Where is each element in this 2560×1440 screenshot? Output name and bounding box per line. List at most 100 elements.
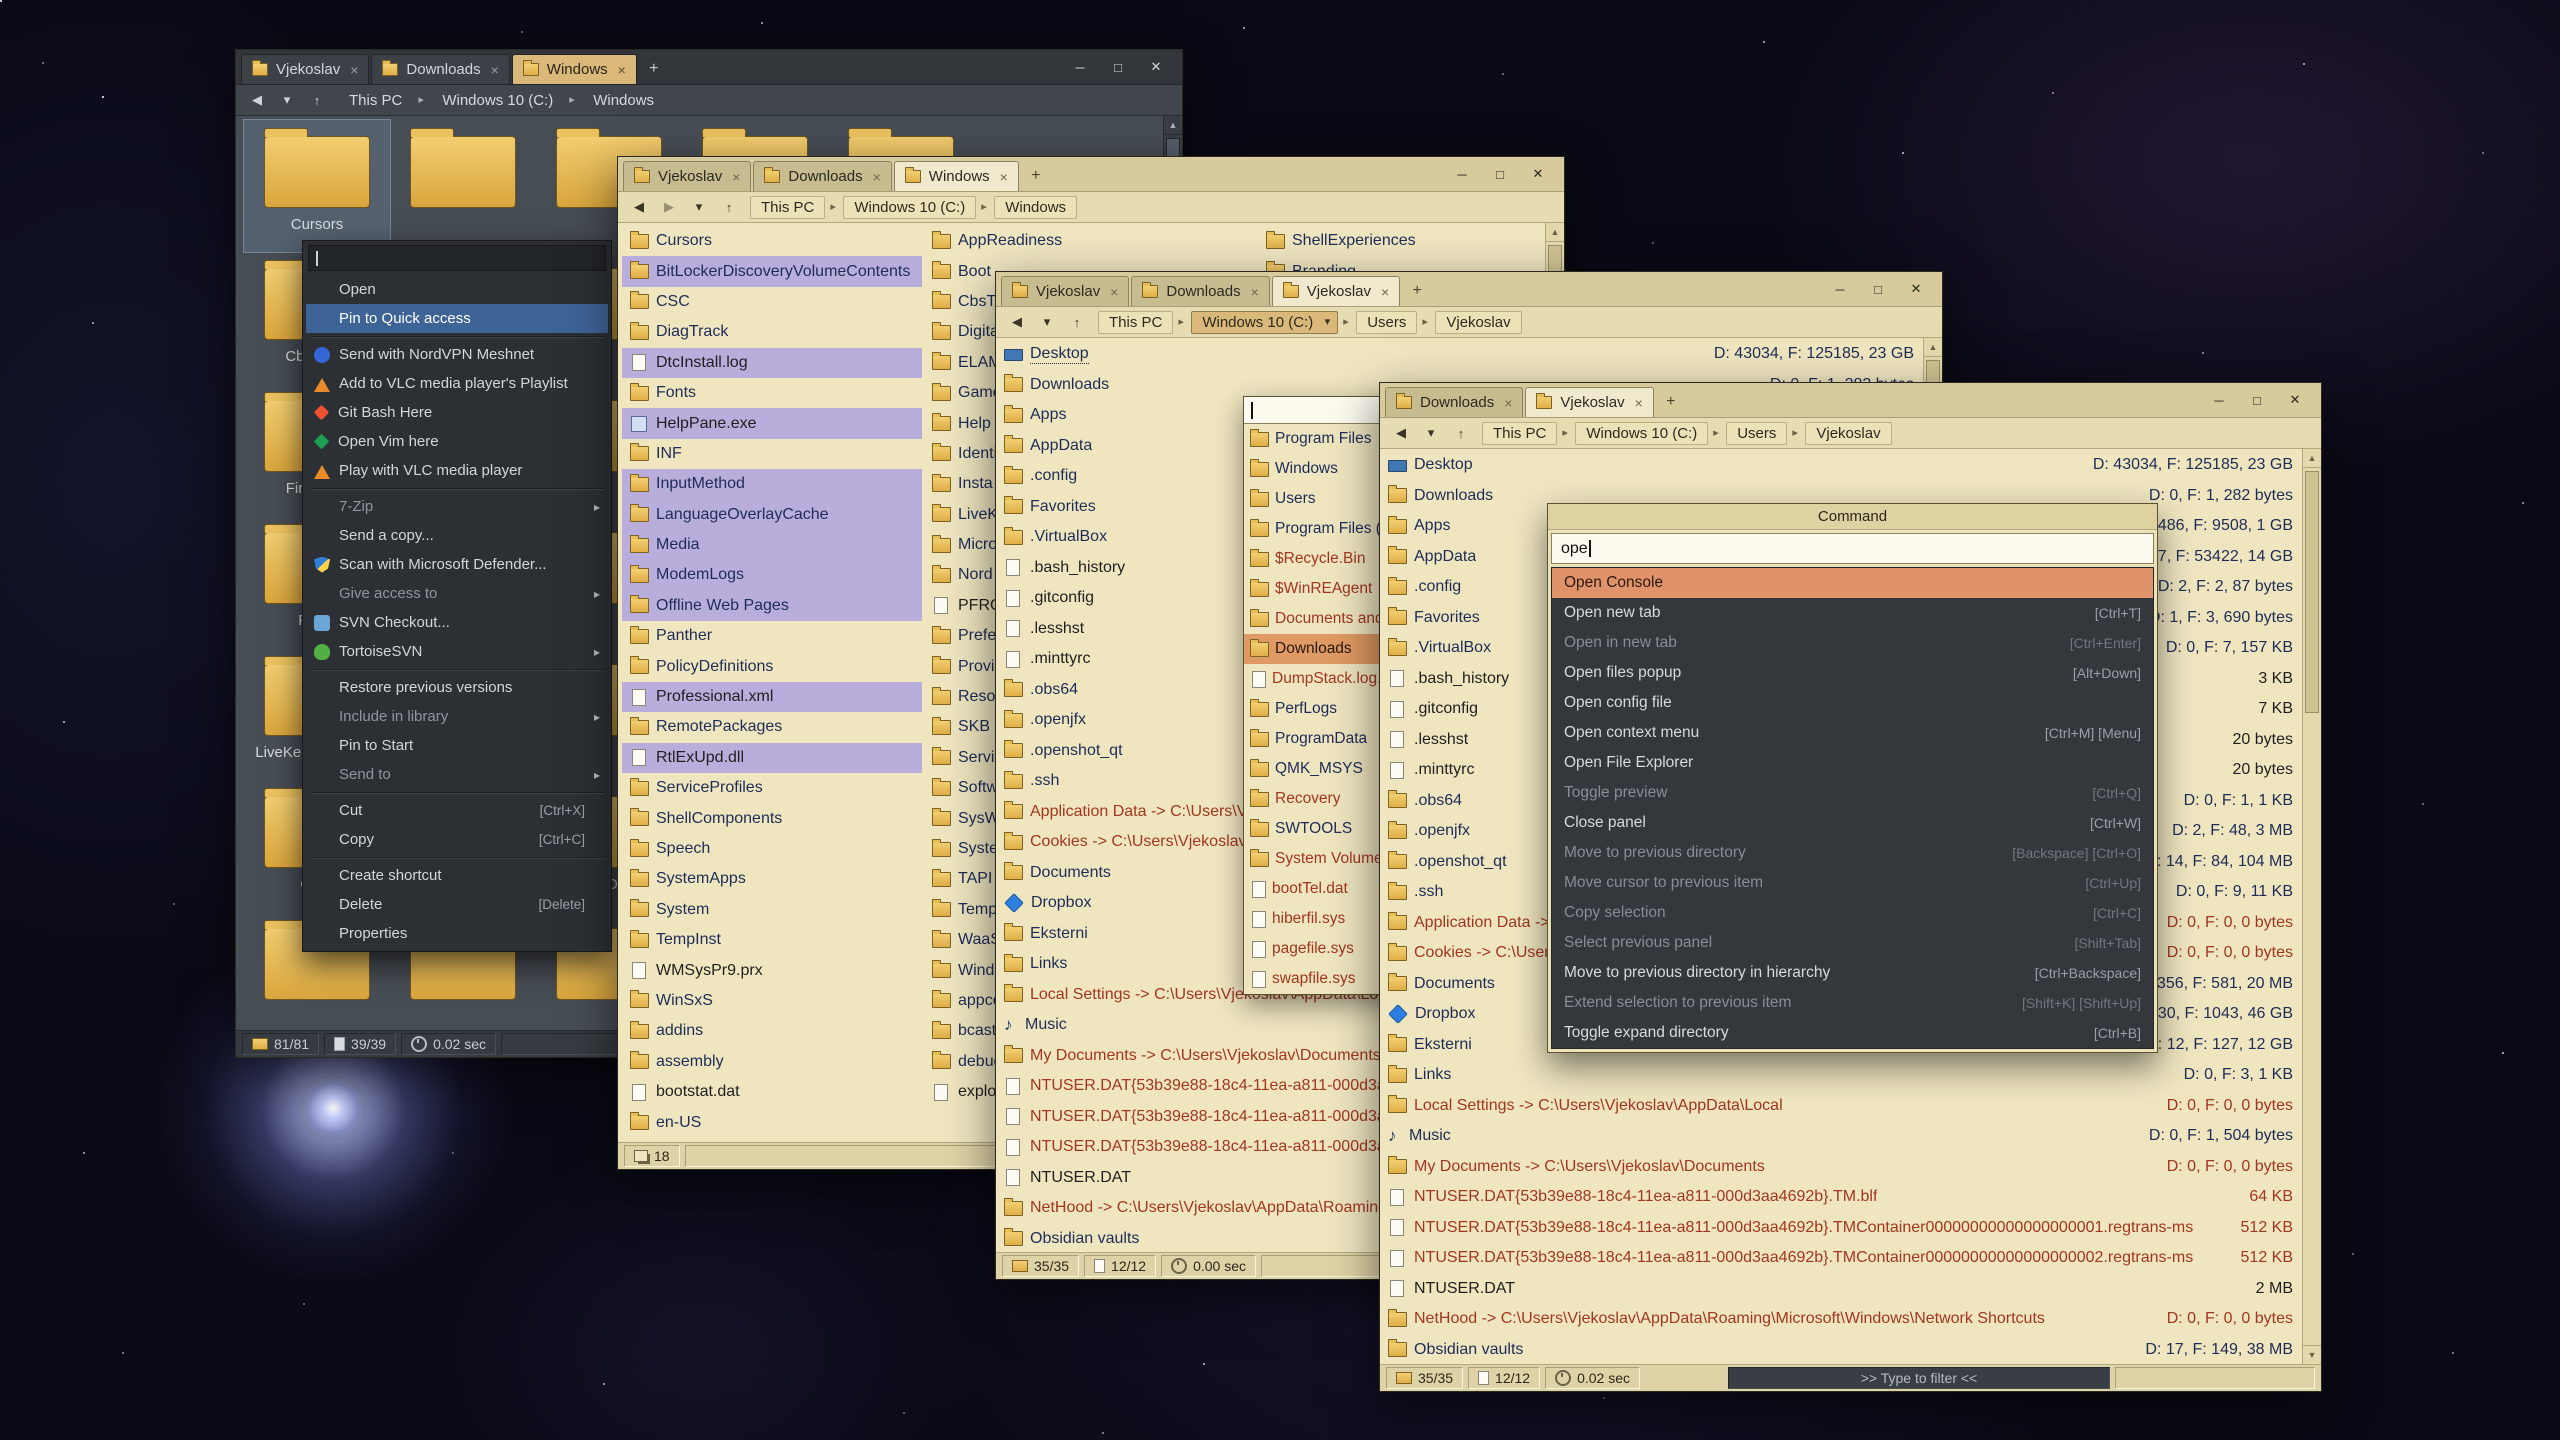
history-dropdown-button[interactable]: ▾ (274, 89, 300, 112)
file-row[interactable]: CSC (622, 287, 922, 317)
history-dropdown-button[interactable]: ▾ (686, 196, 712, 219)
scroll-down-icon[interactable]: ▼ (2303, 1345, 2321, 1364)
context-menu-item[interactable]: Create shortcut ▸ (306, 861, 608, 890)
folder-grid-item[interactable] (390, 120, 536, 252)
context-menu-item[interactable]: ▸ (306, 485, 608, 492)
command-item[interactable]: Move cursor to previous item [Ctrl+Up] (1552, 868, 2153, 898)
minimize-button[interactable]: ─ (1064, 56, 1096, 78)
context-menu-item[interactable]: Add to VLC media player's Playlist ▸ (306, 369, 608, 398)
tab[interactable]: Downloads × (1131, 276, 1269, 306)
new-tab-button[interactable]: + (641, 54, 667, 84)
file-row[interactable]: RtlExUpd.dll (622, 743, 922, 773)
command-item[interactable]: Extend selection to previous item [Shift… (1552, 988, 2153, 1018)
file-row[interactable]: Obsidian vaults D: 17, F: 149, 38 MB (1380, 1335, 2303, 1365)
new-tab-button[interactable]: + (1404, 276, 1430, 306)
context-menu-item[interactable]: ▸ (306, 789, 608, 796)
file-row[interactable]: DiagTrack (622, 317, 922, 347)
type-to-filter-box[interactable]: >> Type to filter << (1728, 1367, 2110, 1389)
context-menu-item[interactable]: Scan with Microsoft Defender... ▸ (306, 550, 608, 579)
minimize-button[interactable]: ─ (1824, 278, 1856, 300)
file-row[interactable]: ServiceProfiles (622, 773, 922, 803)
scroll-up-icon[interactable]: ▲ (2303, 449, 2321, 468)
file-row[interactable]: HelpPane.exe (622, 408, 922, 438)
tab[interactable]: Vjekoslav × (1272, 276, 1400, 306)
command-item[interactable]: Open in new tab [Ctrl+Enter] (1552, 628, 2153, 658)
context-menu-item[interactable]: Copy [Ctrl+C] ▸ (306, 825, 608, 854)
title-bar[interactable]: Vjekoslav × Downloads × Windows × + ─ □ (618, 157, 1564, 192)
tab-close-icon[interactable]: × (1635, 395, 1643, 411)
file-row[interactable]: Cursors (622, 226, 922, 256)
file-row[interactable]: WinSxS (622, 986, 922, 1016)
forward-button[interactable]: ▶ (656, 196, 682, 219)
breadcrumb-item[interactable]: Vjekoslav (1805, 422, 1891, 445)
file-row[interactable]: NTUSER.DAT{53b39e88-18c4-11ea-a811-000d3… (1380, 1213, 2303, 1244)
command-item[interactable]: Open new tab [Ctrl+T] (1552, 598, 2153, 628)
tab-close-icon[interactable]: × (732, 169, 740, 185)
tab[interactable]: Vjekoslav × (1525, 387, 1653, 417)
file-row[interactable]: Links D: 0, F: 3, 1 KB (1380, 1060, 2303, 1091)
file-row[interactable]: assembly (622, 1047, 922, 1077)
context-menu-item[interactable]: Send with NordVPN Meshnet ▸ (306, 340, 608, 369)
file-row[interactable]: addins (622, 1016, 922, 1046)
minimize-button[interactable]: ─ (1446, 163, 1478, 185)
tab-close-icon[interactable]: × (1110, 284, 1118, 300)
context-menu-item[interactable]: Git Bash Here ▸ (306, 398, 608, 427)
command-item[interactable]: Close panel [Ctrl+W] (1552, 808, 2153, 838)
file-row[interactable]: NTUSER.DAT{53b39e88-18c4-11ea-a811-000d3… (1380, 1243, 2303, 1274)
breadcrumb-item[interactable]: Vjekoslav (1435, 311, 1521, 334)
context-menu-item[interactable]: ▸ (306, 666, 608, 673)
context-menu-item[interactable]: SVN Checkout... ▸ (306, 608, 608, 637)
scroll-up-icon[interactable]: ▲ (1164, 116, 1182, 135)
file-row[interactable]: ShellComponents (622, 803, 922, 833)
breadcrumb-item[interactable]: Windows (994, 196, 1077, 219)
file-row[interactable]: NTUSER.DAT 2 MB (1380, 1274, 2303, 1305)
context-menu-filter-input[interactable] (308, 245, 606, 271)
context-menu-item[interactable]: Play with VLC media player ▸ (306, 456, 608, 485)
new-tab-button[interactable]: + (1023, 161, 1049, 191)
context-menu-item[interactable]: ▸ (306, 333, 608, 340)
up-button[interactable]: ↑ (1448, 422, 1474, 445)
command-item[interactable]: Open Console (1552, 568, 2153, 598)
context-menu-item[interactable]: 7-Zip ▸ (306, 492, 608, 521)
back-button[interactable]: ◀ (1388, 422, 1414, 445)
file-row[interactable]: My Documents -> C:\Users\Vjekoslav\Docum… (1380, 1152, 2303, 1183)
file-row[interactable]: NTUSER.DAT{53b39e88-18c4-11ea-a811-000d3… (1380, 1182, 2303, 1213)
maximize-button[interactable]: □ (1484, 163, 1516, 185)
maximize-button[interactable]: □ (2241, 389, 2273, 411)
file-row[interactable]: WMSysPr9.prx (622, 955, 922, 985)
context-menu-item[interactable]: Delete [Delete] ▸ (306, 890, 608, 919)
context-menu-item[interactable]: Send a copy... ▸ (306, 521, 608, 550)
up-button[interactable]: ↑ (716, 196, 742, 219)
breadcrumb-item[interactable]: Windows (582, 89, 665, 112)
context-menu-item[interactable]: Cut [Ctrl+X] ▸ (306, 796, 608, 825)
file-row[interactable]: Media (622, 530, 922, 560)
scroll-thumb[interactable] (2305, 471, 2319, 713)
file-row[interactable]: Desktop D: 43034, F: 125185, 23 GB (1380, 450, 2303, 481)
tab[interactable]: Downloads × (753, 161, 891, 191)
context-menu-item[interactable]: TortoiseSVN ▸ (306, 637, 608, 666)
tab-close-icon[interactable]: × (491, 62, 499, 78)
tab[interactable]: Vjekoslav × (623, 161, 751, 191)
tab-close-icon[interactable]: × (1504, 395, 1512, 411)
file-row[interactable]: AppReadiness (924, 226, 1224, 256)
new-tab-button[interactable]: + (1658, 387, 1684, 417)
back-button[interactable]: ◀ (626, 196, 652, 219)
context-menu-item[interactable]: Pin to Quick access ▸ (306, 304, 608, 333)
breadcrumb-item[interactable]: Users (1726, 422, 1787, 445)
command-item[interactable]: Open files popup [Alt+Down] (1552, 658, 2153, 688)
file-row[interactable]: RemotePackages (622, 712, 922, 742)
context-menu-item[interactable]: ▸ (306, 854, 608, 861)
context-menu-item[interactable]: Open ▸ (306, 275, 608, 304)
command-item[interactable]: Select previous panel [Shift+Tab] (1552, 928, 2153, 958)
tab[interactable]: Windows × (894, 161, 1019, 191)
file-row[interactable]: Fonts (622, 378, 922, 408)
command-item[interactable]: Open config file (1552, 688, 2153, 718)
file-row[interactable]: NetHood -> C:\Users\Vjekoslav\AppData\Ro… (1380, 1304, 2303, 1335)
file-row[interactable]: Local Settings -> C:\Users\Vjekoslav\App… (1380, 1091, 2303, 1122)
back-button[interactable]: ◀ (1004, 311, 1030, 334)
breadcrumb-item[interactable]: Windows 10 (C:) (1191, 311, 1338, 334)
breadcrumb-item[interactable]: Windows 10 (C:) (843, 196, 976, 219)
tab-close-icon[interactable]: × (618, 62, 626, 78)
context-menu-item[interactable]: Open Vim here ▸ (306, 427, 608, 456)
file-row[interactable]: ModemLogs (622, 560, 922, 590)
